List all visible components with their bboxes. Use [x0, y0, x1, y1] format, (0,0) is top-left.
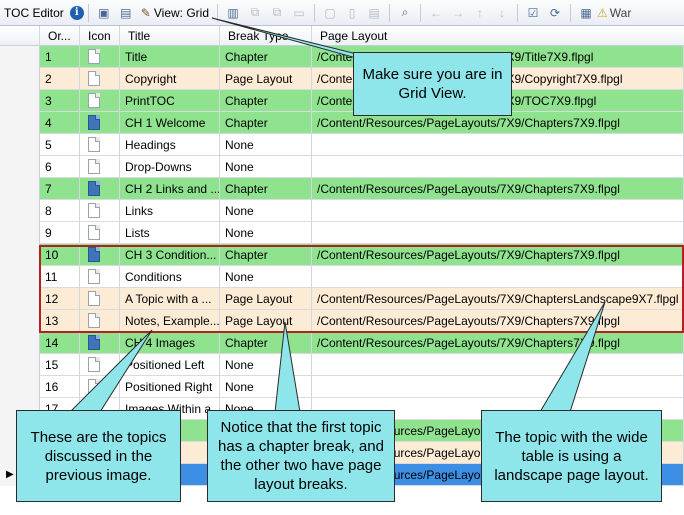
callout-topics: These are the topics discussed in the pr…	[16, 410, 181, 502]
callout-grid-view: Make sure you are in Grid View.	[353, 52, 512, 116]
topics-pointer	[68, 329, 153, 413]
callout-breaks: Notice that the first topic has a chapte…	[207, 410, 395, 502]
breaks-pointer	[274, 321, 301, 413]
landscape-pointer	[539, 301, 606, 413]
callout-landscape: The topic with the wide table is using a…	[481, 410, 662, 502]
